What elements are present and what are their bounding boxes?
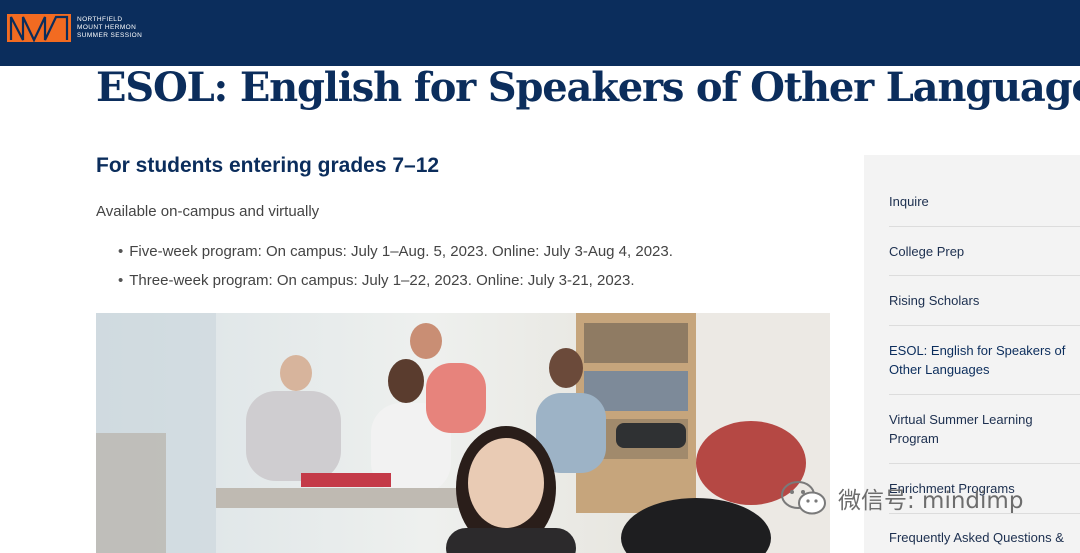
sidebar-divider [889,275,1080,276]
list-item: Five-week program: On campus: July 1–Aug… [118,243,673,272]
sidebar-item-college-prep[interactable]: College Prep [889,242,1077,261]
availability-text: Available on-campus and virtually [96,203,320,220]
classroom-photo [96,313,830,553]
list-item: Three-week program: On campus: July 1–22… [118,272,673,301]
classroom-illustration [96,313,830,553]
watermark-text: 微信号: mindimp [838,488,1024,514]
logo-line: MOUNT HERMON [77,24,137,31]
sidebar-item-faq[interactable]: Frequently Asked Questions & [889,528,1077,547]
sidebar-item-esol[interactable]: ESOL: English for Speakers of Other Lang… [889,341,1077,379]
sidebar-item-rising-scholars[interactable]: Rising Scholars [889,291,1077,310]
sidebar-item-inquire[interactable]: Inquire [889,192,1077,211]
sidebar-divider [889,226,1080,227]
logo-line: NORTHFIELD [77,16,123,23]
site-header: NORTHFIELD MOUNT HERMON SUMMER SESSION [0,0,1080,66]
sidebar-divider [889,463,1080,464]
program-dates-list: Five-week program: On campus: July 1–Aug… [118,243,673,301]
wechat-watermark: 微信号: mindimp [780,480,1023,516]
nmh-logo-icon [7,14,71,42]
sidebar-item-virtual-summer-learning[interactable]: Virtual Summer Learning Program [889,410,1077,448]
grade-subheading: For students entering grades 7–12 [96,154,440,177]
site-logo[interactable]: NORTHFIELD MOUNT HERMON SUMMER SESSION [7,14,142,42]
page-title: ESOL: English for Speakers of Other Lang… [96,64,1080,111]
logo-wordmark: NORTHFIELD MOUNT HERMON SUMMER SESSION [77,16,142,40]
sidebar-divider [889,325,1080,326]
sidebar-divider [889,394,1080,395]
wechat-icon [781,481,826,515]
logo-line: SUMMER SESSION [77,32,143,39]
